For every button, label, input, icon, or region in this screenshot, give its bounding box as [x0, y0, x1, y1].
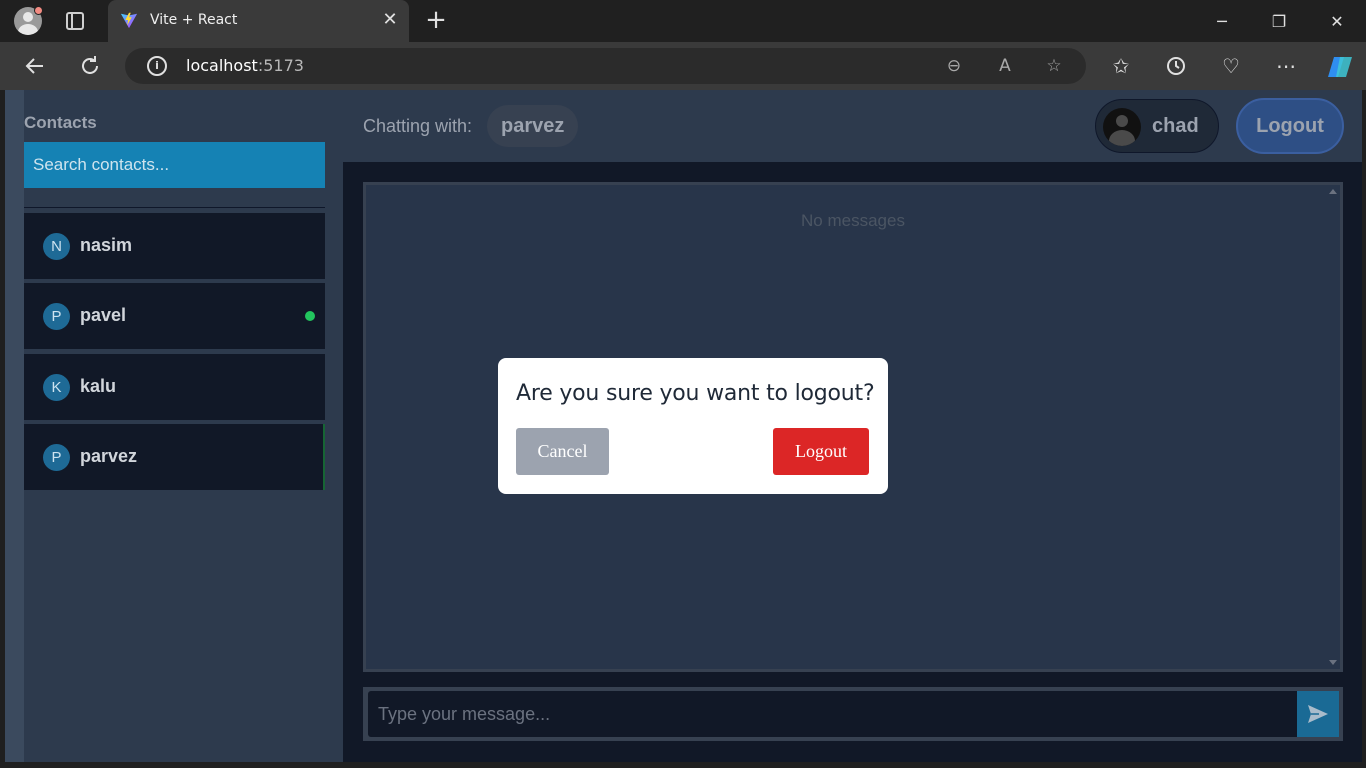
tab-title: Vite + React: [150, 12, 238, 28]
contacts-sidebar: Contacts N nasim P pavel K kalu P parvez: [5, 90, 343, 762]
dialog-title: Are you sure you want to logout?: [516, 381, 875, 406]
window-bottom-edge: [0, 762, 1366, 768]
browser-titlebar: Vite + React ✕ + ─ ❐ ✕: [0, 0, 1366, 42]
online-status-dot: [305, 311, 315, 321]
scroll-up-arrow-icon[interactable]: [1329, 189, 1337, 194]
search-contacts-input[interactable]: [24, 142, 325, 188]
back-icon[interactable]: [23, 54, 47, 78]
favorite-star-icon[interactable]: ☆: [1043, 55, 1065, 77]
refresh-icon[interactable]: [78, 54, 102, 78]
chatting-with-name: parvez: [487, 105, 579, 147]
contact-name: parvez: [80, 446, 138, 466]
divider: [24, 207, 325, 208]
new-tab-icon[interactable]: +: [424, 7, 448, 33]
minimize-icon[interactable]: ─: [1210, 10, 1234, 34]
message-input[interactable]: [368, 691, 1297, 737]
restore-icon[interactable]: ❐: [1267, 10, 1291, 34]
zoom-out-icon[interactable]: ⊖: [943, 55, 965, 77]
copilot-icon[interactable]: [1326, 54, 1352, 78]
current-user-badge[interactable]: chad: [1095, 99, 1219, 153]
favorites-icon[interactable]: ✩: [1109, 54, 1133, 78]
history-icon[interactable]: [1164, 54, 1188, 78]
contact-name: pavel: [80, 305, 127, 325]
message-composer: [363, 687, 1343, 741]
send-button[interactable]: [1297, 691, 1339, 737]
contacts-panel: Contacts N nasim P pavel K kalu P parvez: [24, 90, 343, 762]
tab-actions-icon[interactable]: [66, 12, 84, 30]
close-window-icon[interactable]: ✕: [1325, 10, 1349, 34]
contact-avatar: P: [43, 444, 70, 471]
header-logout-button[interactable]: Logout: [1236, 98, 1344, 154]
browser-toolbar: i localhost:5173 ⊖ A ☆ ✩ ♡ ⋯: [0, 42, 1366, 90]
send-icon: [1308, 705, 1328, 723]
contact-item-nasim[interactable]: N nasim: [24, 213, 325, 279]
profile-notification-dot: [34, 6, 43, 15]
contact-item-kalu[interactable]: K kalu: [24, 354, 325, 420]
url-text[interactable]: localhost:5173: [186, 56, 304, 75]
url-port: :5173: [257, 56, 304, 75]
empty-messages-text: No messages: [801, 211, 905, 230]
chat-header: Chatting with: parvez chad Logout: [343, 90, 1362, 162]
contact-avatar: K: [43, 374, 70, 401]
more-menu-icon[interactable]: ⋯: [1274, 54, 1298, 78]
contact-name: nasim: [80, 235, 133, 255]
user-avatar-icon: [1103, 108, 1141, 146]
browser-essentials-icon[interactable]: ♡: [1219, 54, 1243, 78]
contact-item-parvez[interactable]: P parvez: [24, 424, 325, 490]
contact-avatar: N: [43, 233, 70, 260]
chatting-with-label: Chatting with:: [363, 116, 473, 136]
vite-logo-icon: [120, 12, 138, 29]
site-info-icon[interactable]: i: [147, 56, 167, 76]
contact-avatar: P: [43, 303, 70, 330]
scroll-down-arrow-icon[interactable]: [1329, 660, 1337, 665]
url-host: localhost: [186, 56, 258, 75]
current-user-name: chad: [1152, 115, 1199, 137]
contact-item-pavel[interactable]: P pavel: [24, 283, 325, 349]
read-aloud-icon[interactable]: A: [994, 55, 1016, 77]
cancel-button[interactable]: Cancel: [516, 428, 609, 475]
address-bar[interactable]: i localhost:5173 ⊖ A ☆: [125, 48, 1086, 84]
logout-confirm-dialog: Are you sure you want to logout? Cancel …: [498, 358, 888, 494]
contacts-title: Contacts: [24, 113, 97, 132]
contact-name: kalu: [80, 376, 117, 396]
confirm-logout-button[interactable]: Logout: [773, 428, 869, 475]
close-tab-icon[interactable]: ✕: [380, 10, 400, 30]
browser-tab[interactable]: Vite + React ✕: [108, 0, 409, 42]
